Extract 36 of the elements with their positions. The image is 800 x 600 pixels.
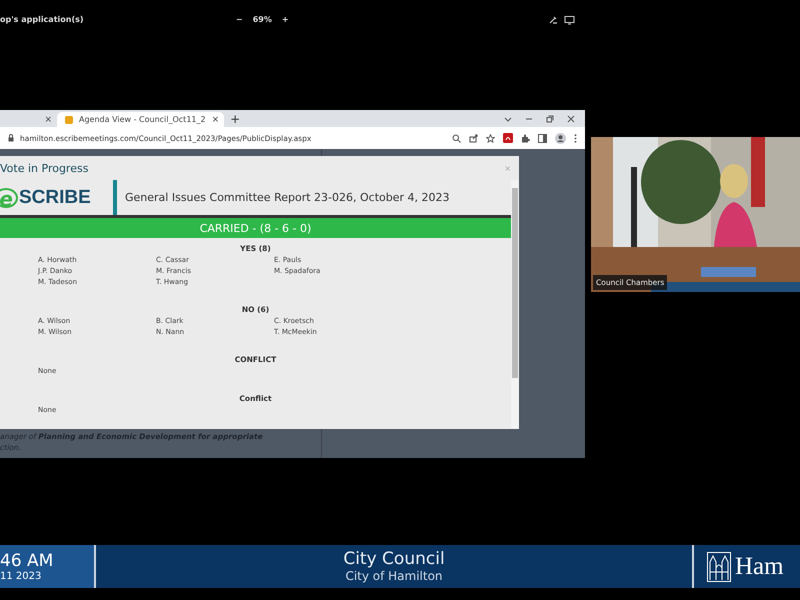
screen-icon[interactable] bbox=[564, 15, 575, 25]
result-banner: CARRIED - (8 - 6 - 0) bbox=[0, 218, 511, 238]
new-tab-button[interactable]: + bbox=[230, 112, 240, 126]
scrollbar[interactable] bbox=[511, 180, 519, 429]
restore-icon[interactable] bbox=[546, 114, 554, 122]
more-icon[interactable] bbox=[574, 134, 577, 142]
lock-icon bbox=[8, 134, 14, 142]
pdf-extension-icon[interactable] bbox=[503, 133, 513, 143]
zoom-out-button[interactable]: − bbox=[236, 15, 243, 24]
zoom-level: 69% bbox=[252, 15, 272, 24]
dialog-title: Vote in Progress bbox=[0, 162, 88, 174]
annotate-icon[interactable] bbox=[548, 15, 558, 25]
calendar-icon bbox=[65, 116, 73, 124]
star-icon[interactable] bbox=[486, 134, 495, 142]
building-icon bbox=[707, 552, 731, 582]
clock-date: 11 2023 bbox=[0, 570, 42, 582]
item-title: General Issues Committee Report 23-026, October 4, 2023 bbox=[125, 191, 450, 204]
profile-icon[interactable] bbox=[555, 132, 566, 144]
logo-text: Ham bbox=[735, 552, 784, 580]
meeting-title: City Council bbox=[343, 550, 445, 569]
logo-text: SCRIBE bbox=[19, 186, 91, 208]
logo-mark: e bbox=[0, 188, 18, 208]
browser-tab[interactable]: Agenda View - Council_Oct11_2 × bbox=[57, 112, 224, 127]
clock-time: 46 AM bbox=[0, 552, 54, 570]
meeting-subtitle: City of Hamilton bbox=[345, 569, 443, 583]
close-tab-button[interactable]: × bbox=[212, 114, 220, 124]
zoom-in-button[interactable]: + bbox=[282, 15, 289, 24]
close-icon[interactable] bbox=[567, 114, 575, 122]
sidebar-icon[interactable] bbox=[538, 134, 547, 142]
share-title: op's application(s) bbox=[0, 15, 84, 24]
puzzle-icon[interactable] bbox=[521, 134, 530, 142]
search-icon[interactable] bbox=[452, 134, 461, 142]
browser-tab[interactable]: × bbox=[0, 112, 57, 127]
chevron-down-icon[interactable] bbox=[504, 114, 512, 122]
close-tab-button[interactable]: × bbox=[44, 114, 52, 124]
share-icon[interactable] bbox=[469, 134, 478, 142]
